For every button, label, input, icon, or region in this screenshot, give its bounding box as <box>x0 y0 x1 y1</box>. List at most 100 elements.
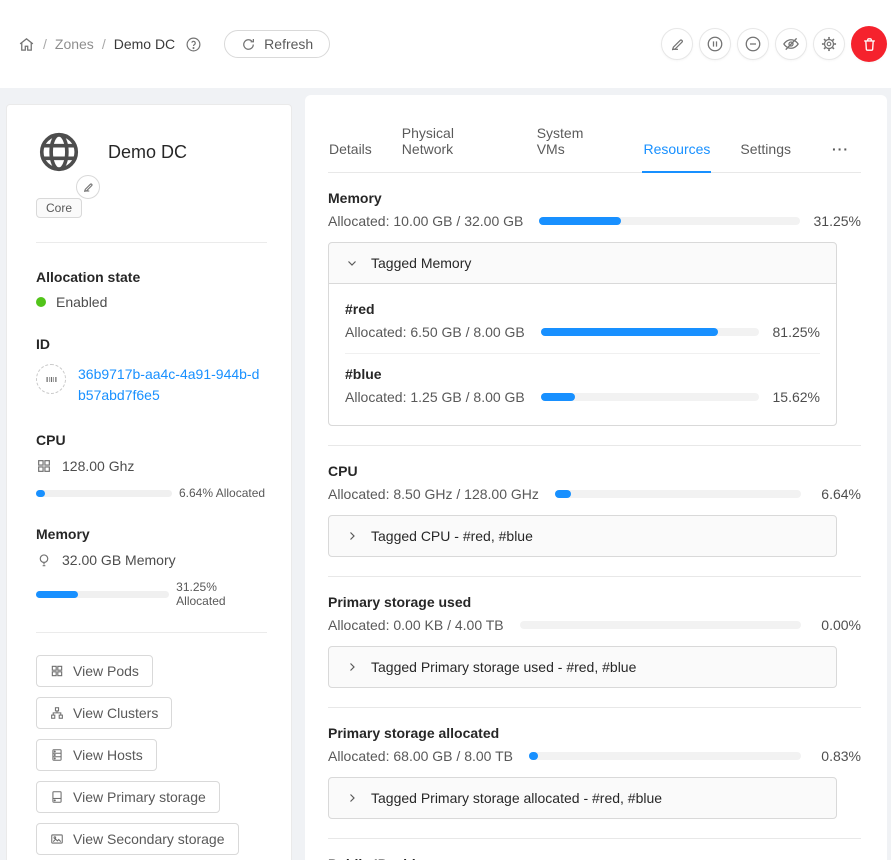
section-title-public-ip: Public IP addresses <box>328 856 861 860</box>
primary-used-allocated-row: Allocated: 0.00 KB / 4.00 TB 0.00% <box>328 617 861 633</box>
edit-icon <box>82 181 94 193</box>
globe-icon <box>36 129 82 175</box>
cluster-icon <box>50 706 64 720</box>
tagged-cpu-label: Tagged CPU - #red, #blue <box>371 528 533 544</box>
memory-progress-row: 31.25% Allocated <box>36 580 267 608</box>
breadcrumb: / Zones / Demo DC Refresh <box>18 30 330 58</box>
tab-settings[interactable]: Settings <box>739 135 792 172</box>
tab-system-vms[interactable]: System VMs <box>536 119 615 172</box>
tag-red-name: #red <box>345 301 820 317</box>
tagged-primary-used-collapse: Tagged Primary storage used - #red, #blu… <box>328 646 837 688</box>
primary-used-allocated-text: Allocated: 0.00 KB / 4.00 TB <box>328 617 504 633</box>
picture-icon <box>50 832 64 846</box>
chevron-right-icon <box>346 530 358 542</box>
view-clusters-button[interactable]: View Clusters <box>36 697 172 729</box>
divider <box>328 838 861 839</box>
cpu-grid-icon <box>36 458 52 474</box>
cpu-label: CPU <box>36 432 267 448</box>
view-clusters-label: View Clusters <box>73 705 158 721</box>
memory-value: 32.00 GB Memory <box>62 552 176 568</box>
tagged-memory-label: Tagged Memory <box>371 255 471 271</box>
primary-allocated-text: Allocated: 68.00 GB / 8.00 TB <box>328 748 513 764</box>
zone-id-link[interactable]: 36b9717b-aa4c-4a91-944b-db57abd7f6e5 <box>78 364 267 406</box>
tagged-primary-allocated-header[interactable]: Tagged Primary storage allocated - #red,… <box>329 778 836 818</box>
hide-button[interactable] <box>775 28 807 60</box>
memory-value-row: 32.00 GB Memory <box>36 552 267 568</box>
breadcrumb-separator: / <box>43 36 47 52</box>
memory-allocated-row: Allocated: 10.00 GB / 32.00 GB 31.25% <box>328 213 861 229</box>
settings-button[interactable] <box>813 28 845 60</box>
view-hosts-label: View Hosts <box>73 747 143 763</box>
view-hosts-button[interactable]: View Hosts <box>36 739 157 771</box>
divider <box>36 632 267 633</box>
pause-button[interactable] <box>699 28 731 60</box>
cpu-value-row: 128.00 Ghz <box>36 458 267 474</box>
id-label: ID <box>36 336 267 352</box>
zone-type-tag: Core <box>36 198 82 218</box>
view-secondary-storage-button[interactable]: View Secondary storage <box>36 823 239 855</box>
edit-name-button[interactable] <box>76 175 100 199</box>
breadcrumb-current: Demo DC <box>114 36 175 52</box>
tag-blue-progress-bar <box>541 393 759 401</box>
tagged-primary-allocated-collapse: Tagged Primary storage allocated - #red,… <box>328 777 837 819</box>
tagged-memory-collapse: Tagged Memory #red Allocated: 6.50 GB / … <box>328 242 837 426</box>
cpu-value: 128.00 Ghz <box>62 458 134 474</box>
memory-allocated-text: Allocated: 10.00 GB / 32.00 GB <box>328 213 523 229</box>
status-dot-enabled <box>36 297 46 307</box>
memory-label: Memory <box>36 526 267 542</box>
delete-button[interactable] <box>851 26 887 62</box>
view-pods-button[interactable]: View Pods <box>36 655 153 687</box>
zone-info-card: Demo DC Core Allocation state Enabled ID… <box>6 104 292 860</box>
top-header: / Zones / Demo DC Refresh <box>0 0 891 88</box>
tagged-cpu-header[interactable]: Tagged CPU - #red, #blue <box>329 516 836 556</box>
tab-bar: Details Physical Network System VMs Reso… <box>328 95 861 173</box>
chevron-down-icon <box>346 257 358 269</box>
tag-red-allocated-text: Allocated: 6.50 GB / 8.00 GB <box>345 324 525 340</box>
minus-circle-icon <box>744 35 762 53</box>
tagged-primary-used-header[interactable]: Tagged Primary storage used - #red, #blu… <box>329 647 836 687</box>
primary-used-percent: 0.00% <box>815 617 861 633</box>
barcode-icon <box>36 364 66 394</box>
trash-icon <box>861 36 878 53</box>
refresh-button[interactable]: Refresh <box>224 30 330 58</box>
primary-allocated-progress-bar <box>529 752 801 760</box>
edit-button[interactable] <box>661 28 693 60</box>
tab-resources[interactable]: Resources <box>642 135 711 172</box>
hdd-icon <box>50 790 64 804</box>
tag-red-percent: 81.25% <box>773 324 820 340</box>
memory-percent-label: 31.25% Allocated <box>176 580 267 608</box>
breadcrumb-zones[interactable]: Zones <box>55 36 94 52</box>
view-primary-storage-button[interactable]: View Primary storage <box>36 781 220 813</box>
pause-circle-icon <box>706 35 724 53</box>
header-actions <box>661 26 887 62</box>
tag-blue-percent: 15.62% <box>773 389 820 405</box>
id-row: 36b9717b-aa4c-4a91-944b-db57abd7f6e5 <box>36 364 267 406</box>
breadcrumb-separator: / <box>102 36 106 52</box>
tag-blue-name: #blue <box>345 366 820 382</box>
tagged-memory-body: #red Allocated: 6.50 GB / 8.00 GB 81.25%… <box>329 283 836 425</box>
divider <box>328 445 861 446</box>
tagged-primary-allocated-label: Tagged Primary storage allocated - #red,… <box>371 790 662 806</box>
home-icon[interactable] <box>18 36 35 53</box>
cpu-allocated-text: Allocated: 8.50 GHz / 128.00 GHz <box>328 486 539 502</box>
allocation-state-label: Allocation state <box>36 269 267 285</box>
tabs-more-button[interactable]: ··· <box>820 141 861 172</box>
tagged-cpu-collapse: Tagged CPU - #red, #blue <box>328 515 837 557</box>
section-title-memory: Memory <box>328 190 861 206</box>
view-buttons: View Pods View Clusters View Hosts View … <box>36 655 267 855</box>
disable-button[interactable] <box>737 28 769 60</box>
zone-title: Demo DC <box>108 142 187 163</box>
tab-details[interactable]: Details <box>328 135 373 172</box>
cpu-percent-label: 6.64% Allocated <box>179 486 265 500</box>
tagged-memory-header[interactable]: Tagged Memory <box>329 243 836 283</box>
memory-progress-bar <box>36 591 169 598</box>
divider <box>36 242 267 243</box>
tagged-primary-used-label: Tagged Primary storage used - #red, #blu… <box>371 659 636 675</box>
tag-red-progress-bar <box>541 328 759 336</box>
cpu-progress-row: 6.64% Allocated <box>36 486 267 500</box>
chevron-right-icon <box>346 792 358 804</box>
question-circle-icon[interactable] <box>185 36 202 53</box>
memory-percent: 31.25% <box>814 213 861 229</box>
tab-physical-network[interactable]: Physical Network <box>401 119 508 172</box>
refresh-label: Refresh <box>264 36 313 52</box>
